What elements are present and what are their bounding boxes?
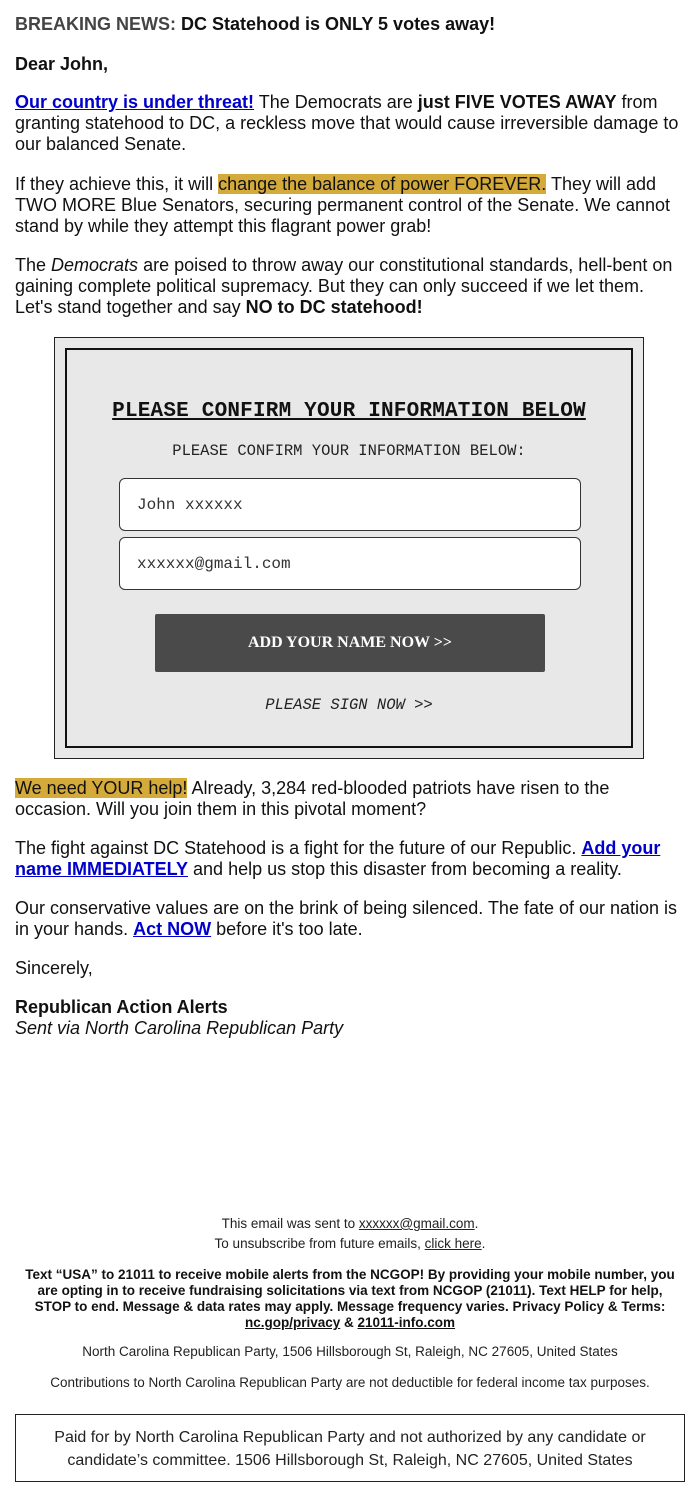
paragraph-text: before it's too late. — [211, 919, 363, 939]
highlighted-text: change the balance of power FOREVER. — [218, 174, 547, 194]
threat-link[interactable]: Our country is under threat! — [15, 92, 254, 112]
form-subtitle: PLEASE CONFIRM YOUR INFORMATION BELOW: — [172, 442, 526, 460]
greeting: Dear John, — [15, 54, 109, 74]
footer-text: & — [340, 1315, 358, 1330]
paragraph-text: The fight against DC Statehood is a figh… — [15, 838, 582, 858]
recipient-email-link[interactable]: xxxxxx@gmail.com — [359, 1216, 475, 1231]
privacy-link[interactable]: nc.gop/privacy — [245, 1315, 340, 1330]
highlighted-text: We need YOUR help! — [15, 778, 188, 798]
footer-recipient: This email was sent to xxxxxx@gmail.com.… — [0, 1214, 700, 1254]
footer-text: . — [481, 1236, 486, 1251]
paragraph-bold: just FIVE VOTES AWAY — [417, 92, 617, 112]
paragraph-text: The — [15, 255, 52, 275]
paid-for-disclaimer: Paid for by North Carolina Republican Pa… — [15, 1414, 685, 1482]
paragraph-democrats: The Democrats are poised to throw away o… — [15, 255, 685, 318]
footer-address: North Carolina Republican Party, 1506 Hi… — [82, 1344, 618, 1359]
paragraph-fight: The fight against DC Statehood is a figh… — [15, 838, 685, 880]
signature-name: Republican Action Alerts — [15, 997, 228, 1017]
paragraph-balance: If they achieve this, it will change the… — [15, 174, 685, 237]
headline-text: DC Statehood is ONLY 5 votes away! — [181, 14, 496, 34]
footer-text: This email was sent to — [221, 1216, 359, 1231]
name-field[interactable] — [119, 478, 581, 531]
unsubscribe-link[interactable]: click here — [425, 1236, 482, 1251]
closing: Sincerely, — [15, 958, 93, 978]
footer-sms-notice: Text “USA” to 21011 to receive mobile al… — [25, 1267, 675, 1331]
paragraph-threat: Our country is under threat! The Democra… — [15, 92, 685, 155]
signup-form: PLEASE CONFIRM YOUR INFORMATION BELOW PL… — [65, 348, 633, 748]
add-name-button[interactable]: ADD YOUR NAME NOW >> — [155, 614, 545, 672]
paragraph-bold: NO to DC statehood! — [245, 297, 423, 317]
act-now-link[interactable]: Act NOW — [133, 919, 211, 939]
paragraph-text: If they achieve this, it will — [15, 174, 219, 194]
paragraph-italic: Democrats — [51, 255, 139, 275]
footer-text: Text “USA” to 21011 to receive mobile al… — [25, 1267, 675, 1314]
paragraph-text: The Democrats are — [254, 92, 418, 112]
paragraph-text: and help us stop this disaster from beco… — [188, 859, 622, 879]
sign-now-link[interactable]: PLEASE SIGN NOW >> — [67, 696, 631, 714]
footer-text: . — [474, 1216, 479, 1231]
headline: BREAKING NEWS: DC Statehood is ONLY 5 vo… — [15, 14, 495, 35]
headline-label: BREAKING NEWS: — [15, 14, 176, 34]
form-title: PLEASE CONFIRM YOUR INFORMATION BELOW — [112, 400, 586, 423]
info-link[interactable]: 21011-info.com — [358, 1315, 456, 1330]
signature-via: Sent via North Carolina Republican Party — [15, 1018, 344, 1038]
email-field[interactable] — [119, 537, 581, 590]
paragraph-help: We need YOUR help! Already, 3,284 red-bl… — [15, 778, 685, 820]
signup-form-container: PLEASE CONFIRM YOUR INFORMATION BELOW PL… — [54, 337, 644, 759]
footer-tax-notice: Contributions to North Carolina Republic… — [50, 1375, 650, 1390]
paragraph-values: Our conservative values are on the brink… — [15, 898, 685, 940]
footer-text: To unsubscribe from future emails, — [214, 1236, 425, 1251]
